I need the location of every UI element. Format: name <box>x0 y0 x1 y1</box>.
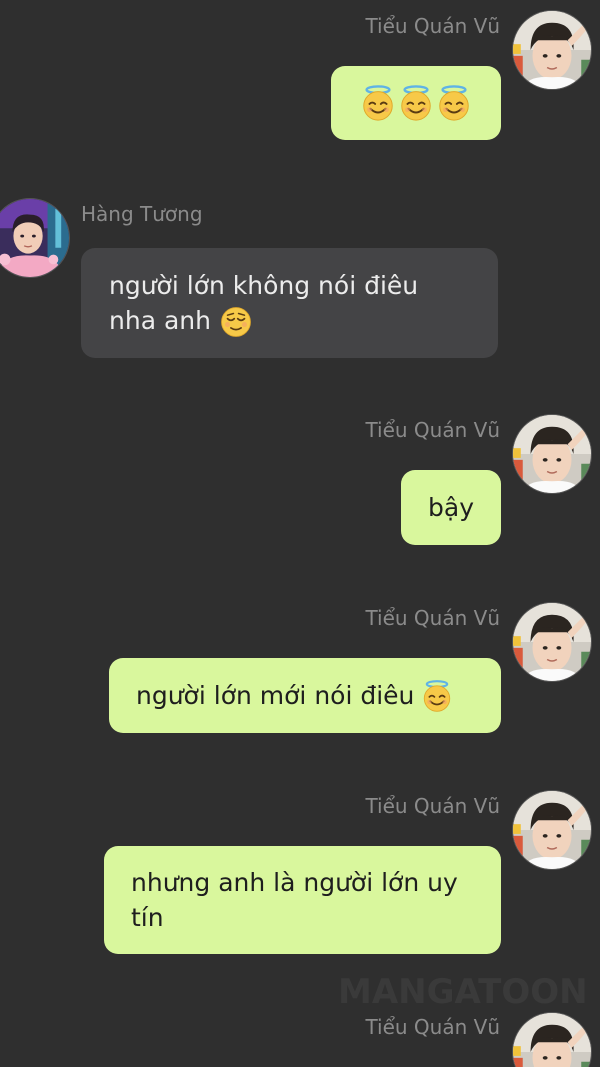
message-bubble-4[interactable]: người lớn mới nói điêu <box>109 658 501 733</box>
watermark: MANGATOON <box>338 972 588 1012</box>
sender-name: Tiểu Quán Vũ <box>365 1015 500 1039</box>
avatar-image <box>0 199 69 277</box>
halo-smile-icon <box>435 84 473 122</box>
relieved-face-icon <box>219 305 253 339</box>
sender-name: Tiểu Quán Vũ <box>365 606 500 630</box>
halo-smile-icon <box>397 84 435 122</box>
sender-name: Tiểu Quán Vũ <box>365 794 500 818</box>
message-bubble-5[interactable]: nhưng anh là người lớn uy tín <box>104 846 501 954</box>
avatar-tieu-quan-vu[interactable] <box>512 1012 592 1067</box>
message-text-line-with-emoji: nha anh <box>109 303 253 339</box>
message-bubble-1[interactable] <box>331 66 501 140</box>
message-bubble-2[interactable]: người lớn không nói điêu nha anh <box>81 248 498 358</box>
message-bubble-3[interactable]: bậy <box>401 470 501 545</box>
avatar-image <box>513 415 591 493</box>
avatar-hang-tuong[interactable] <box>0 198 70 278</box>
message-text: nha anh <box>109 305 211 335</box>
avatar-tieu-quan-vu[interactable] <box>512 10 592 90</box>
avatar-image <box>513 603 591 681</box>
sender-name: Tiểu Quán Vũ <box>365 418 500 442</box>
avatar-image <box>513 1013 591 1067</box>
avatar-tieu-quan-vu[interactable] <box>512 790 592 870</box>
message-text-line: tín <box>131 903 164 932</box>
halo-smile-icon <box>359 84 397 122</box>
sender-name: Hàng Tương <box>81 202 203 226</box>
avatar-tieu-quan-vu[interactable] <box>512 602 592 682</box>
chat-view: MANGATOON Tiểu Quán Vũ Hàng Tương người … <box>0 0 600 1067</box>
avatar-tieu-quan-vu[interactable] <box>512 414 592 494</box>
message-text: bậy <box>428 493 474 522</box>
avatar-image <box>513 11 591 89</box>
message-text-line: nhưng anh là người lớn uy <box>131 868 458 897</box>
halo-smile-icon <box>420 679 454 713</box>
message-text-line: người lớn không nói điêu <box>109 270 419 300</box>
avatar-image <box>513 791 591 869</box>
message-text: người lớn mới nói điêu <box>136 681 415 710</box>
sender-name: Tiểu Quán Vũ <box>365 14 500 38</box>
